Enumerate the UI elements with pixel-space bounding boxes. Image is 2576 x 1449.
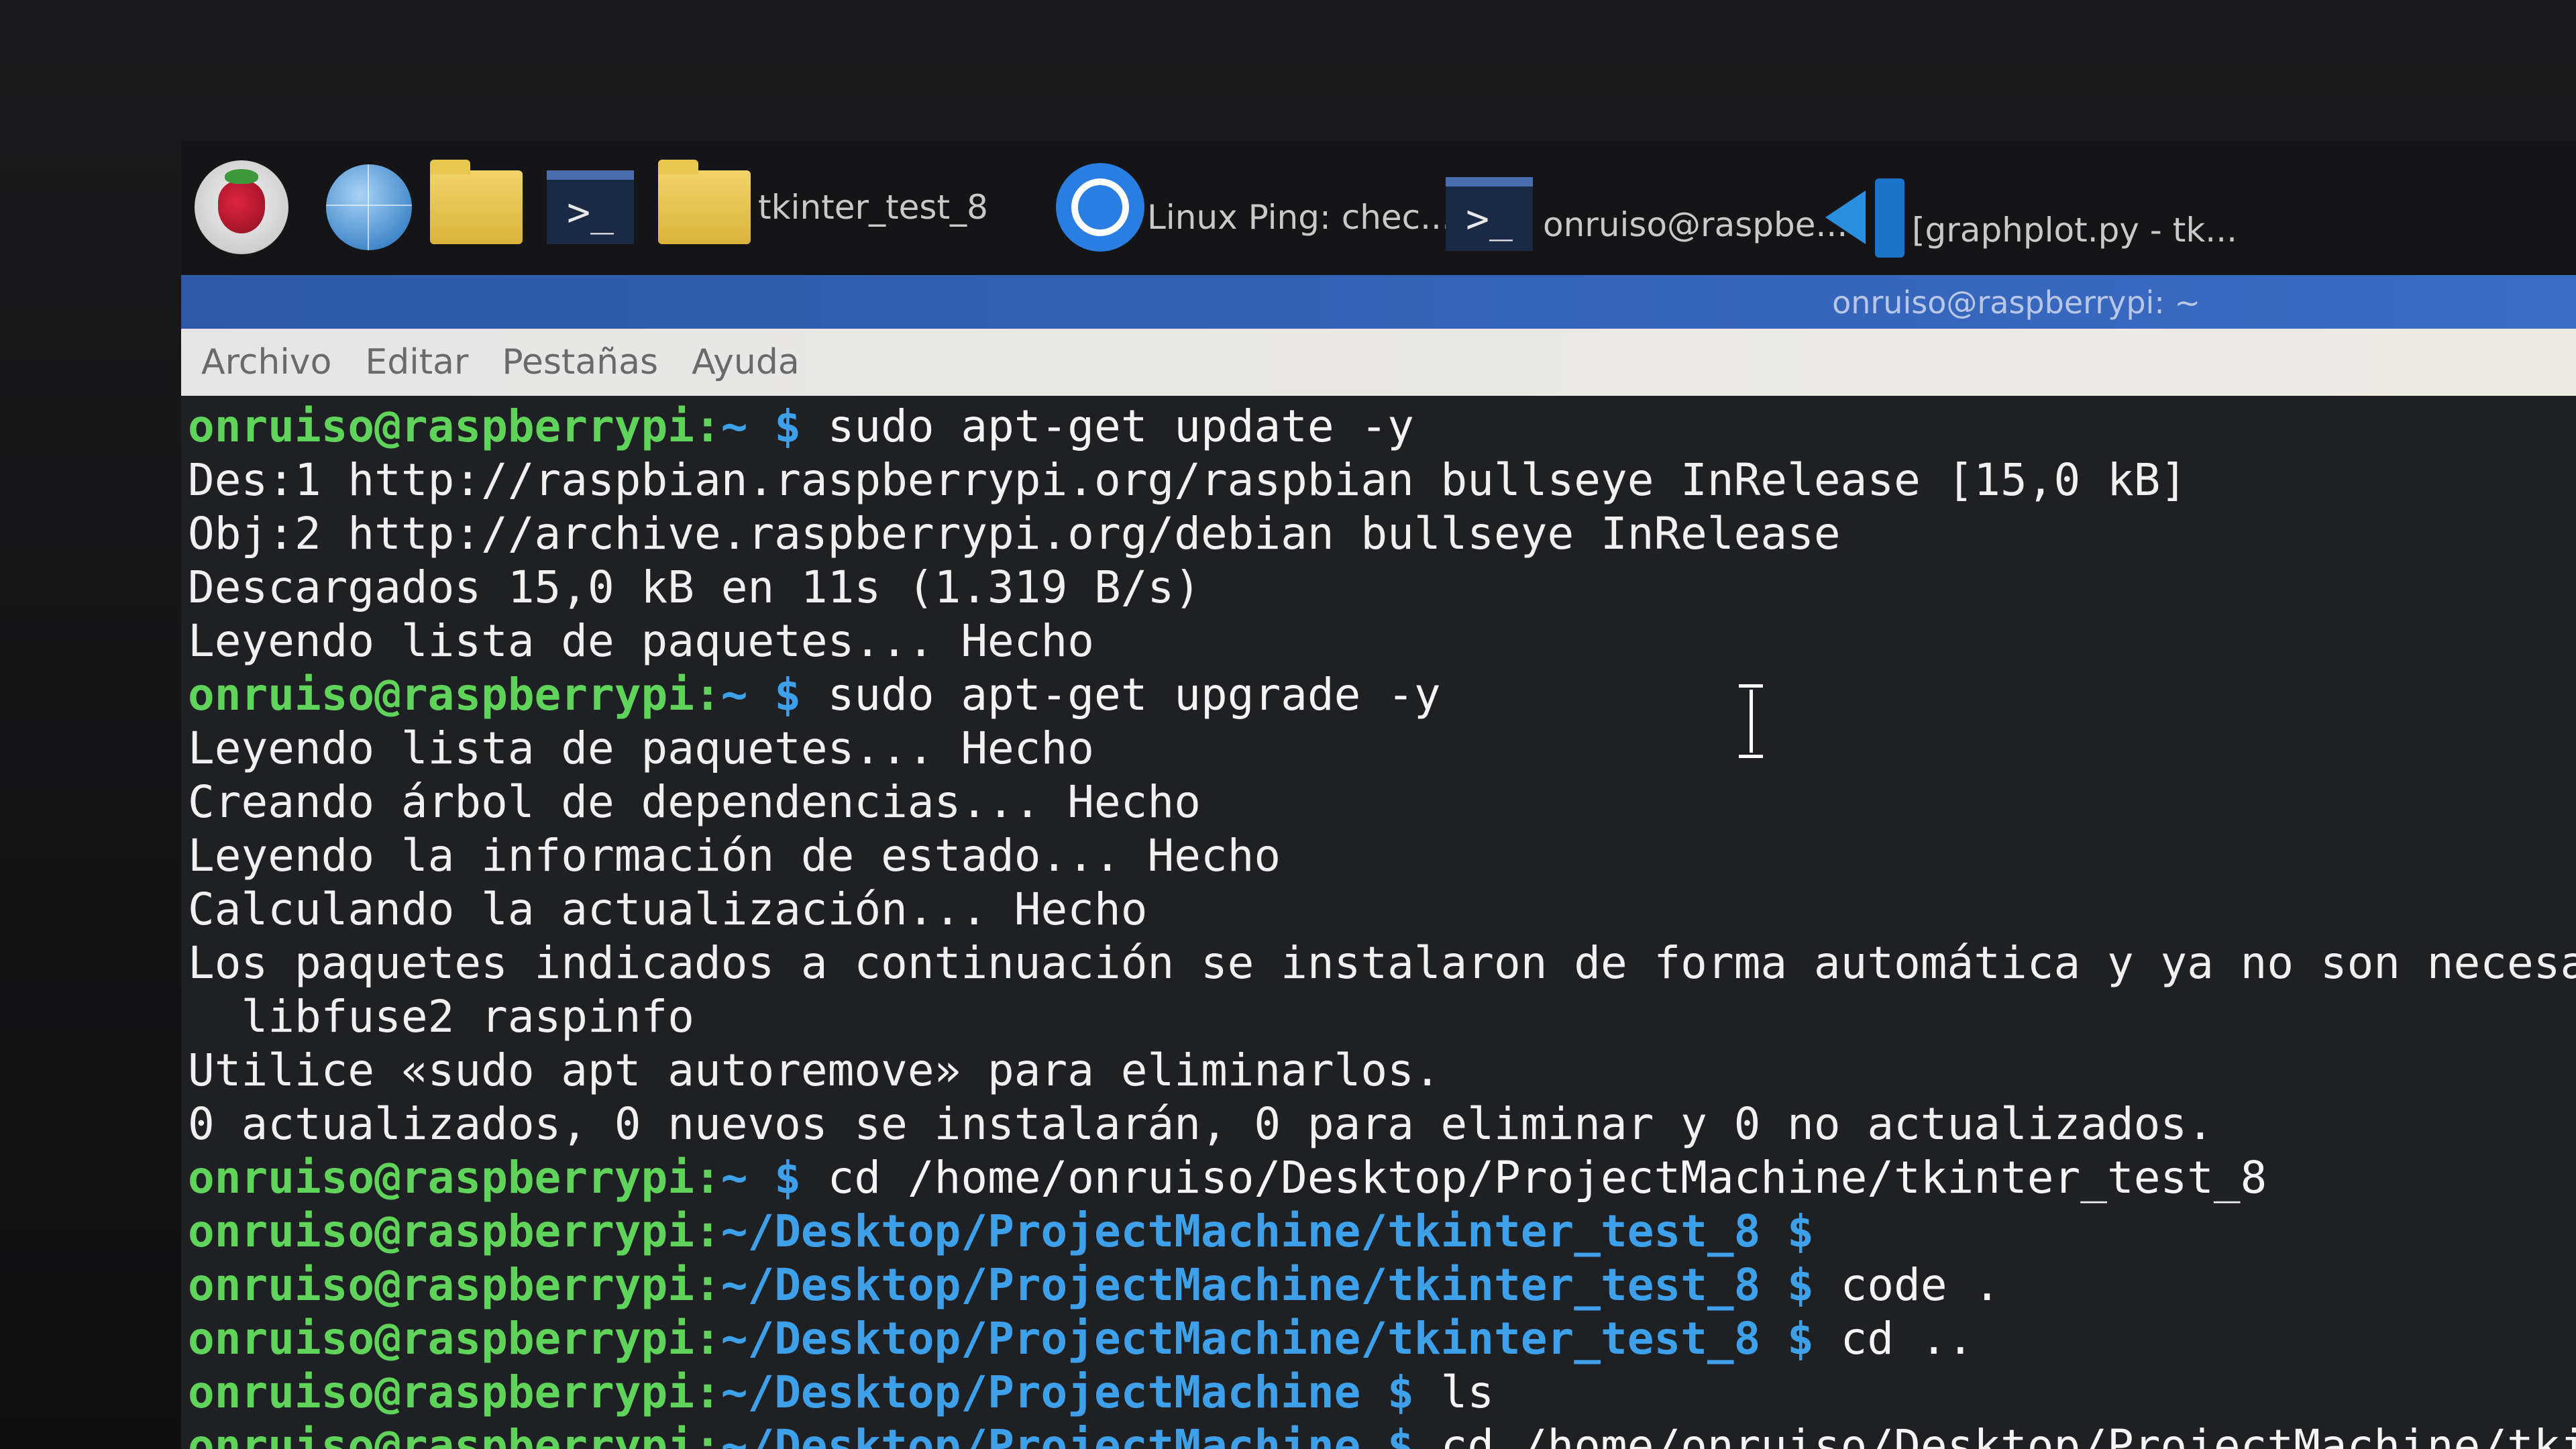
taskbar-window-label[interactable]: [graphplot.py - tk... xyxy=(1912,211,2237,250)
taskbar-window-vscode[interactable] xyxy=(1818,174,1912,262)
menu-editar[interactable]: Editar xyxy=(365,342,468,382)
output-text: Calculando la actualización... Hecho xyxy=(188,883,1148,935)
prompt-path: ~/Desktop/ProjectMachine $ xyxy=(720,1420,1414,1449)
terminal-prompt-line: onruiso@raspberrypi:~/Desktop/ProjectMac… xyxy=(188,1312,2576,1366)
terminal-launcher[interactable]: >_ xyxy=(543,164,637,251)
prompt-path: ~ $ xyxy=(720,1152,801,1203)
file-manager-launcher[interactable] xyxy=(429,160,523,251)
raspberry-menu-button[interactable] xyxy=(195,160,288,254)
output-text: Leyendo lista de paquetes... Hecho xyxy=(188,615,1095,667)
output-text: Creando árbol de dependencias... Hecho xyxy=(188,776,1201,828)
output-text: Obj:2 http://archive.raspberrypi.org/deb… xyxy=(188,508,1841,559)
command-text: sudo apt-get upgrade -y xyxy=(800,669,1441,720)
terminal-output-line: Creando árbol de dependencias... Hecho xyxy=(188,775,2576,829)
prompt-user: onruiso@raspberrypi: xyxy=(188,1259,721,1311)
command-text: ls xyxy=(1413,1366,1495,1418)
terminal-prompt-line: onruiso@raspberrypi:~ $ cd /home/onruiso… xyxy=(188,1151,2576,1205)
terminal-output-line: Des:1 http://raspbian.raspberrypi.org/ra… xyxy=(188,453,2576,507)
output-text: Leyendo la información de estado... Hech… xyxy=(188,830,1281,881)
taskbar-window-chromium[interactable] xyxy=(1053,163,1147,252)
terminal-prompt-line: onruiso@raspberrypi:~/Desktop/ProjectMac… xyxy=(188,1205,2576,1258)
folder-icon xyxy=(430,160,523,244)
prompt-path: ~/Desktop/ProjectMachine $ xyxy=(720,1366,1414,1418)
taskbar: >_ tkinter_test_8 Linux Ping: chec... >_… xyxy=(181,141,2576,275)
command-text: code . xyxy=(1813,1259,2001,1311)
prompt-user: onruiso@raspberrypi: xyxy=(188,669,721,720)
raspberry-pi-icon xyxy=(195,160,288,254)
prompt-user: onruiso@raspberrypi: xyxy=(188,400,721,452)
output-text: 0 actualizados, 0 nuevos se instalarán, … xyxy=(188,1098,2214,1150)
prompt-path: ~/Desktop/ProjectMachine/tkinter_test_8 … xyxy=(720,1259,1814,1311)
output-text: Descargados 15,0 kB en 11s (1.319 B/s) xyxy=(188,561,1201,613)
taskbar-window-label[interactable]: onruiso@raspbe... xyxy=(1543,205,1847,244)
prompt-user: onruiso@raspberrypi: xyxy=(188,1420,721,1449)
terminal-output-line: Descargados 15,0 kB en 11s (1.319 B/s) xyxy=(188,561,2576,614)
prompt-user: onruiso@raspberrypi: xyxy=(188,1152,721,1203)
output-text: Utilice «sudo apt autoremove» para elimi… xyxy=(188,1044,1441,1096)
terminal-prompt-line: onruiso@raspberrypi:~/Desktop/ProjectMac… xyxy=(188,1258,2576,1312)
terminal-output-line: Utilice «sudo apt autoremove» para elimi… xyxy=(188,1044,2576,1097)
terminal-output-line: Obj:2 http://archive.raspberrypi.org/deb… xyxy=(188,507,2576,561)
terminal-output-line: Calculando la actualización... Hecho xyxy=(188,883,2576,936)
taskbar-window-label[interactable]: tkinter_test_8 xyxy=(758,188,988,227)
prompt-path: ~/Desktop/ProjectMachine/tkinter_test_8 … xyxy=(720,1313,1814,1364)
terminal-prompt-line: onruiso@raspberrypi:~ $ sudo apt-get upg… xyxy=(188,668,2576,722)
prompt-path: ~/Desktop/ProjectMachine/tkinter_test_8 … xyxy=(720,1205,1814,1257)
command-text: cd /home/onruiso/Desktop/ProjectMachine/… xyxy=(800,1152,2267,1203)
text-cursor-icon xyxy=(1737,684,1764,758)
folder-icon xyxy=(658,160,751,244)
taskbar-window-tkinter-folder[interactable] xyxy=(657,160,751,251)
taskbar-window-label[interactable]: Linux Ping: chec... xyxy=(1147,198,1452,237)
output-text: Leyendo lista de paquetes... Hecho xyxy=(188,722,1095,774)
menu-archivo[interactable]: Archivo xyxy=(201,342,331,382)
terminal-prompt-line: onruiso@raspberrypi:~/Desktop/ProjectMac… xyxy=(188,1366,2576,1419)
command-text: cd /home/onruiso/Desktop/ProjectMachine/… xyxy=(1413,1420,2576,1449)
browser-launcher[interactable] xyxy=(322,164,416,251)
command-text: cd .. xyxy=(1813,1313,1974,1364)
terminal-output-line: libfuse2 raspinfo xyxy=(188,990,2576,1044)
globe-icon xyxy=(326,164,412,250)
taskbar-window-terminal[interactable]: >_ xyxy=(1442,170,1536,258)
desktop-screen: >_ tkinter_test_8 Linux Ping: chec... >_… xyxy=(181,141,2576,1449)
vscode-icon xyxy=(1825,178,1904,258)
menu-pestanas[interactable]: Pestañas xyxy=(502,342,658,382)
output-text: Des:1 http://raspbian.raspberrypi.org/ra… xyxy=(188,454,2188,506)
terminal-output-line: Leyendo lista de paquetes... Hecho xyxy=(188,722,2576,775)
terminal-icon: >_ xyxy=(1446,177,1533,251)
prompt-user: onruiso@raspberrypi: xyxy=(188,1313,721,1364)
chromium-icon xyxy=(1056,163,1144,252)
window-titlebar[interactable]: onruiso@raspberrypi: ~ xyxy=(181,275,2576,329)
output-text: libfuse2 raspinfo xyxy=(188,991,694,1042)
prompt-path: ~ $ xyxy=(720,400,801,452)
terminal-output-line: Los paquetes indicados a continuación se… xyxy=(188,936,2576,990)
prompt-user: onruiso@raspberrypi: xyxy=(188,1205,721,1257)
window-title: onruiso@raspberrypi: ~ xyxy=(1832,284,2200,321)
terminal-output-line: 0 actualizados, 0 nuevos se instalarán, … xyxy=(188,1097,2576,1151)
output-text: Los paquetes indicados a continuación se… xyxy=(188,937,2576,989)
terminal-output-line: Leyendo la información de estado... Hech… xyxy=(188,829,2576,883)
menu-bar: Archivo Editar Pestañas Ayuda xyxy=(181,329,2576,396)
terminal-output[interactable]: onruiso@raspberrypi:~ $ sudo apt-get upd… xyxy=(181,396,2576,1449)
menu-ayuda[interactable]: Ayuda xyxy=(692,342,800,382)
prompt-path: ~ $ xyxy=(720,669,801,720)
prompt-user: onruiso@raspberrypi: xyxy=(188,1366,721,1418)
terminal-icon: >_ xyxy=(547,170,634,244)
terminal-prompt-line: onruiso@raspberrypi:~/Desktop/ProjectMac… xyxy=(188,1419,2576,1449)
command-text: sudo apt-get update -y xyxy=(800,400,1414,452)
terminal-output-line: Leyendo lista de paquetes... Hecho xyxy=(188,614,2576,668)
terminal-prompt-line: onruiso@raspberrypi:~ $ sudo apt-get upd… xyxy=(188,400,2576,453)
